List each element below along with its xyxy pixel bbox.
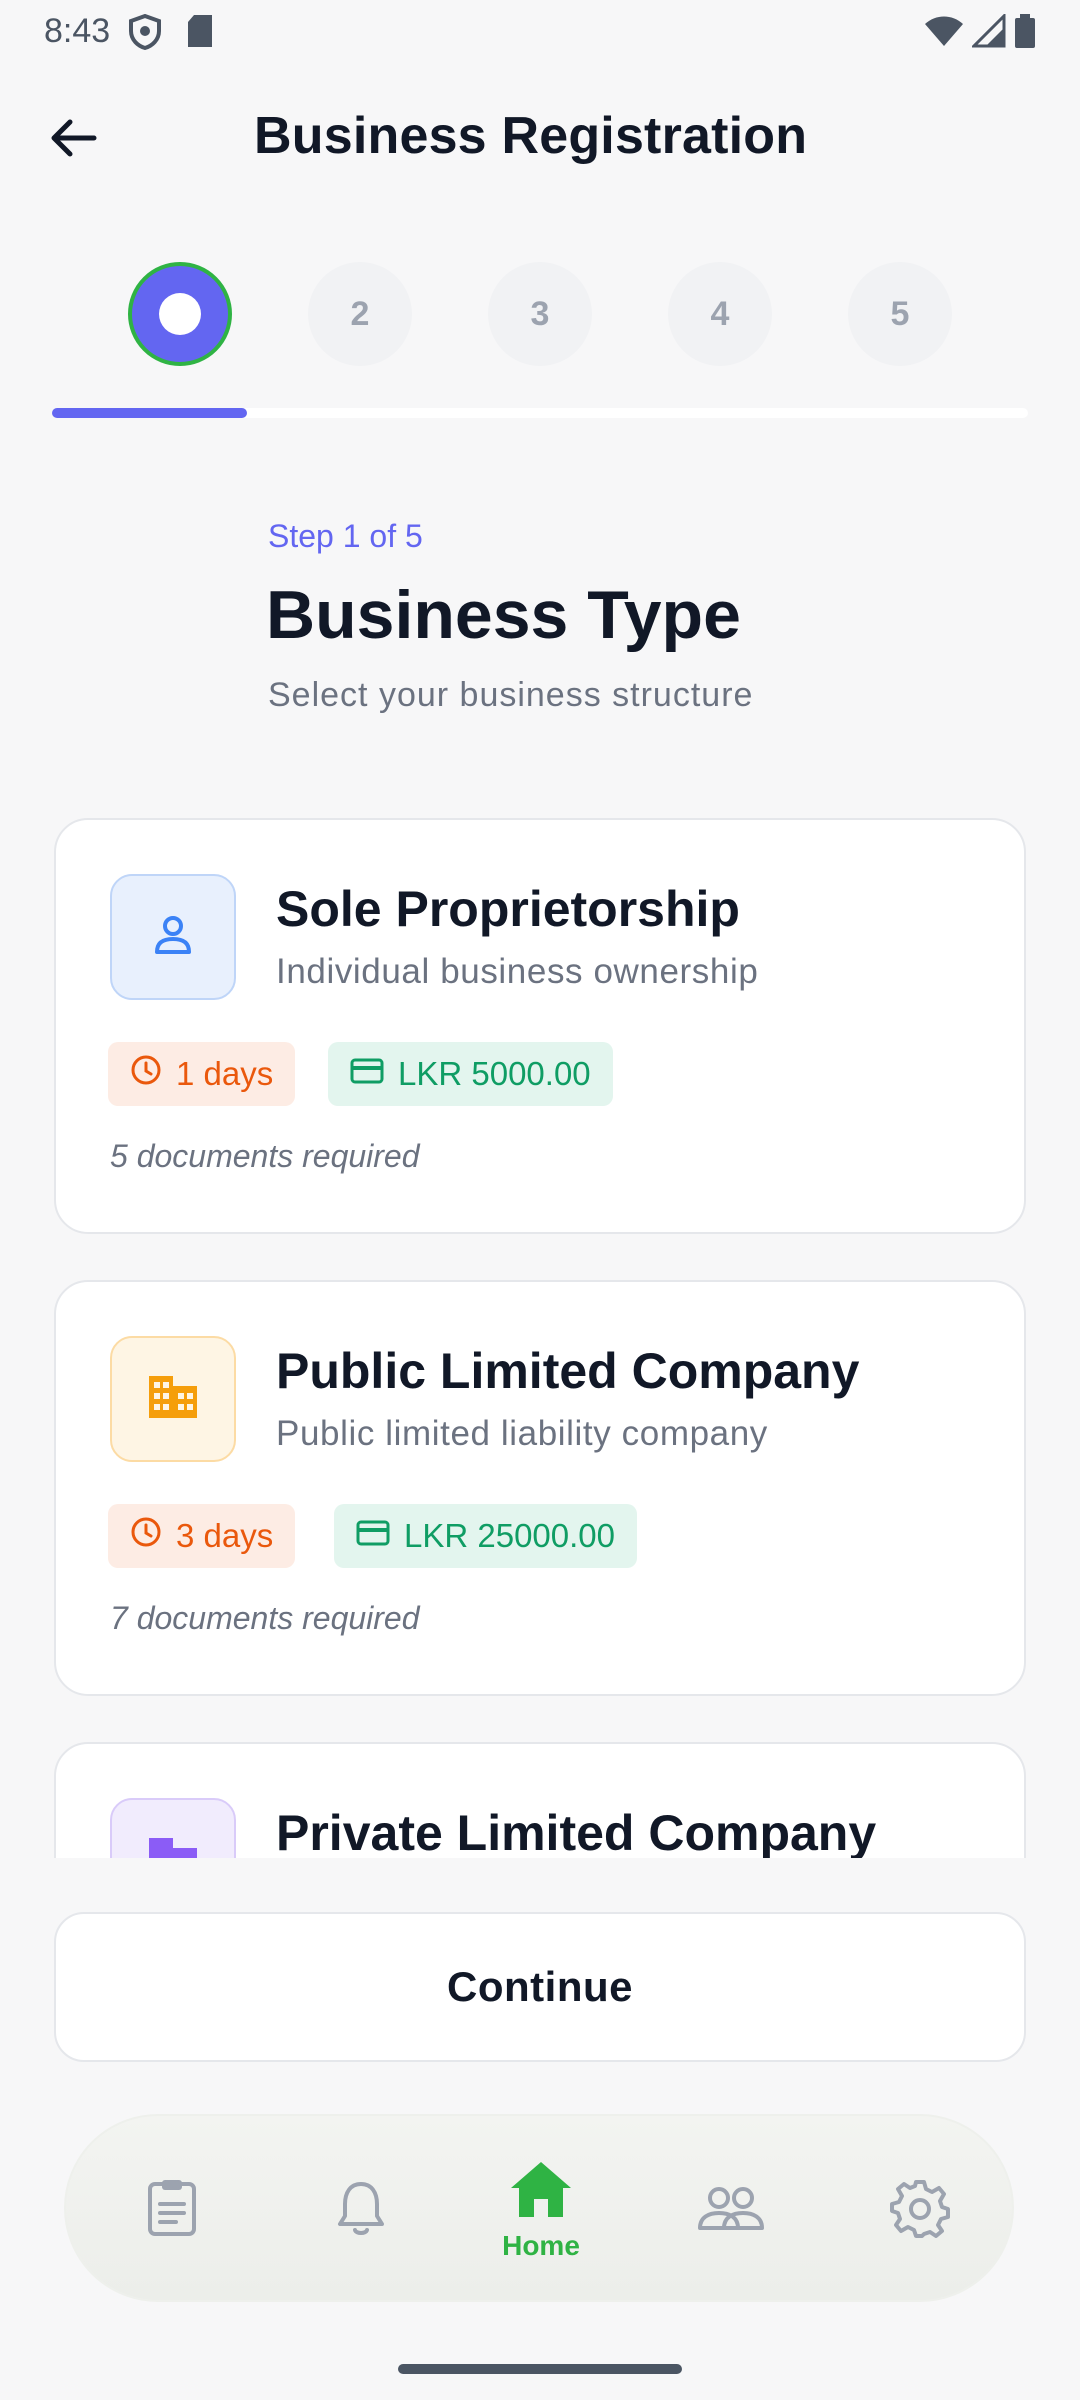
card-title: Public Limited Company [276, 1343, 860, 1399]
documents-required: 5 documents required [110, 1138, 420, 1174]
step-3[interactable]: 3 [488, 262, 592, 366]
card-title: Sole Proprietorship [276, 881, 740, 937]
page-title: Business Registration [254, 107, 808, 165]
step-subtitle: Select your business structure [268, 676, 754, 714]
progress-fill [52, 408, 248, 418]
status-icons [924, 12, 1036, 53]
signal-icon [970, 12, 1006, 53]
business-type-card-public-limited-company[interactable]: Public Limited Company Public limited li… [54, 1280, 1026, 1696]
people-icon [697, 2184, 765, 2237]
clock-icon [130, 1516, 162, 1556]
gear-icon [890, 2178, 950, 2243]
home-icon [508, 2159, 574, 2224]
back-button[interactable] [44, 110, 104, 170]
bottom-navigation: Home [64, 2114, 1014, 2302]
step-4[interactable]: 4 [668, 262, 772, 366]
business-type-card-private-limited-company[interactable]: Private Limited Company [54, 1742, 1026, 1858]
battery-icon [1014, 14, 1036, 53]
card-icon-container [110, 874, 236, 1000]
continue-button[interactable]: Continue [54, 1912, 1026, 2062]
step-2[interactable]: 2 [308, 262, 412, 366]
wifi-icon [924, 15, 964, 52]
duration-badge: 1 days [108, 1042, 296, 1106]
duration-text: 3 days [176, 1517, 274, 1554]
nav-item-home[interactable]: Home [471, 2116, 611, 2304]
building-icon [145, 1834, 201, 1858]
home-indicator [398, 2364, 682, 2374]
status-bar: 8:43 [0, 0, 1080, 64]
clock-icon [130, 1054, 162, 1094]
shield-icon [128, 13, 162, 55]
credit-card-icon [356, 1517, 390, 1555]
step-title: Business Type [266, 577, 741, 653]
card-description: Public limited liability company [276, 1414, 768, 1453]
person-icon [150, 912, 196, 963]
step-5[interactable]: 5 [848, 262, 952, 366]
bell-icon [336, 2178, 386, 2243]
duration-badge: 3 days [108, 1504, 296, 1568]
step-1[interactable] [128, 262, 232, 366]
nav-label-home: Home [502, 2229, 580, 2261]
credit-card-icon [350, 1055, 384, 1093]
card-icon-container [110, 1798, 236, 1858]
nav-item-notifications[interactable] [291, 2116, 431, 2304]
step-progress: 2 3 4 5 [0, 262, 1080, 366]
fee-text: LKR 25000.00 [404, 1517, 616, 1554]
business-type-card-sole-proprietorship[interactable]: Sole Proprietorship Individual business … [54, 818, 1026, 1234]
duration-text: 1 days [176, 1055, 274, 1092]
clipboard-icon [144, 2178, 200, 2243]
business-type-list[interactable]: Sole Proprietorship Individual business … [0, 800, 1080, 1858]
status-time: 8:43 [44, 12, 111, 50]
documents-required: 7 documents required [110, 1600, 420, 1636]
app-header: Business Registration [0, 96, 1080, 176]
card-description: Individual business ownership [276, 952, 759, 991]
card-icon-container [110, 1336, 236, 1462]
fee-text: LKR 5000.00 [398, 1055, 591, 1092]
sd-card-icon [186, 14, 214, 53]
nav-item-settings[interactable] [850, 2116, 990, 2304]
step-indicator: Step 1 of 5 [268, 518, 423, 554]
fee-badge: LKR 5000.00 [328, 1042, 613, 1106]
building-icon [145, 1372, 201, 1427]
current-step-dot [159, 293, 201, 335]
card-title: Private Limited Company [276, 1805, 877, 1858]
nav-item-users[interactable] [661, 2116, 801, 2304]
nav-item-documents[interactable] [102, 2116, 242, 2304]
arrow-left-icon [50, 118, 98, 163]
fee-badge: LKR 25000.00 [334, 1504, 638, 1568]
